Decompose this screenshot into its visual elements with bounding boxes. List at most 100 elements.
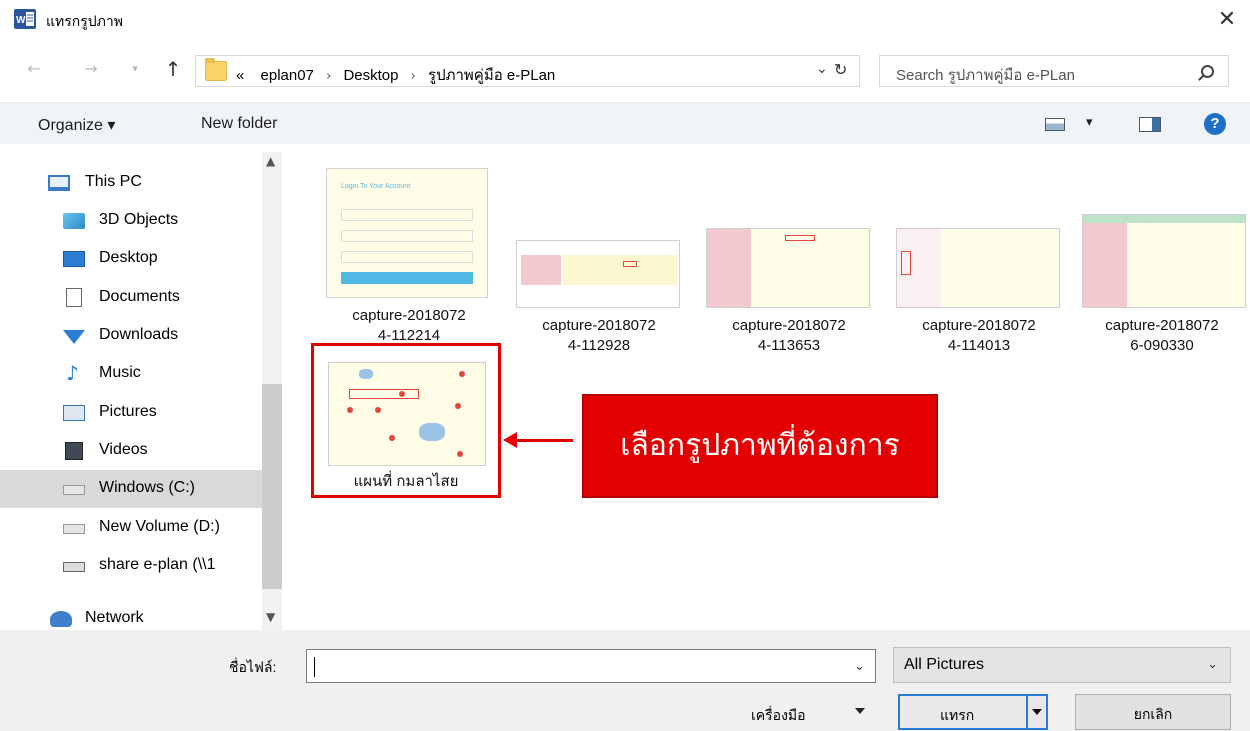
- map-water: [359, 369, 373, 379]
- file-name-line2: 4-114013: [947, 337, 1011, 354]
- file-type-select[interactable]: All Pictures ⌄: [893, 647, 1231, 683]
- file-name-line2: 4-112214: [377, 327, 441, 342]
- cancel-button[interactable]: ยกเลิก: [1075, 694, 1231, 730]
- filename-label: ชื่อไฟล์:: [229, 659, 277, 675]
- file-thumbnail: [706, 228, 870, 308]
- thumbnail-highlight: [785, 235, 815, 241]
- close-button[interactable]: ✕: [1204, 0, 1250, 40]
- change-view-icon[interactable]: [1045, 118, 1065, 131]
- tools-dropdown-icon[interactable]: [855, 708, 865, 714]
- insert-button[interactable]: แทรก: [898, 694, 1048, 730]
- file-name-line2: 6-090330: [1130, 337, 1194, 354]
- sidebar-item-downloads[interactable]: Downloads: [0, 317, 262, 355]
- sidebar-item-network[interactable]: Network: [0, 600, 262, 630]
- file-name: แผนที่ กมลาไสย: [353, 473, 459, 490]
- thumbnail-login-title: Login To Your Account: [341, 183, 411, 190]
- breadcrumb-eplan07[interactable]: eplan07: [261, 67, 314, 84]
- pictures-icon: [63, 405, 85, 421]
- forward-button[interactable]: →: [79, 56, 103, 82]
- sidebar-item-videos[interactable]: Videos: [0, 432, 262, 470]
- sidebar-item-share-e-plan[interactable]: share e-plan (\\1: [0, 547, 262, 585]
- sidebar-item-documents[interactable]: Documents: [0, 279, 262, 317]
- scroll-up-icon[interactable]: ▲: [266, 154, 275, 168]
- search-box[interactable]: Search รูปภาพคู่มือ e-PLan: [879, 55, 1229, 87]
- breadcrumb: « eplan07 › Desktop › รูปภาพคู่มือ e-PLa…: [236, 63, 555, 87]
- sidebar-item-3d-objects[interactable]: 3D Objects: [0, 202, 262, 240]
- sidebar-item-label: Windows (C:): [99, 479, 196, 496]
- up-button[interactable]: ↑: [161, 56, 185, 82]
- title-bar: W แทรกรูปภาพ ✕: [0, 0, 1250, 40]
- folder-icon: [205, 58, 227, 81]
- tools-menu[interactable]: เครื่องมือ: [751, 705, 806, 727]
- sidebar-item-desktop[interactable]: Desktop: [0, 240, 262, 278]
- sidebar-item-label: Music: [99, 364, 141, 381]
- breadcrumb-desktop[interactable]: Desktop: [343, 67, 398, 84]
- sidebar-item-label: This PC: [85, 173, 142, 190]
- file-item[interactable]: capture-2018072 4-114013: [884, 164, 1074, 354]
- file-name: capture-2018072 4-112928: [504, 316, 694, 356]
- back-button[interactable]: ←: [22, 56, 46, 82]
- breadcrumb-current-folder[interactable]: รูปภาพคู่มือ e-PLan: [428, 67, 555, 84]
- file-name-line1: capture-2018072: [1105, 317, 1219, 334]
- search-icon[interactable]: [1201, 65, 1214, 78]
- sidebar-item-new-volume-d[interactable]: New Volume (D:): [0, 509, 262, 547]
- file-name: capture-2018072 4-112214: [314, 306, 504, 342]
- scroll-down-icon[interactable]: ▼: [266, 610, 275, 624]
- thumbnail-highlight: [901, 251, 911, 275]
- sidebar-item-this-pc[interactable]: This PC: [0, 164, 262, 202]
- sidebar-item-pictures[interactable]: Pictures: [0, 394, 262, 432]
- file-thumbnail: [516, 240, 680, 308]
- breadcrumb-overflow[interactable]: «: [236, 67, 244, 84]
- address-bar[interactable]: « eplan07 › Desktop › รูปภาพคู่มือ e-PLa…: [195, 55, 860, 87]
- map-pin-icon: [457, 451, 463, 457]
- sidebar-item-music[interactable]: ♪ Music: [0, 355, 262, 393]
- recent-locations-button[interactable]: ▾: [123, 56, 147, 82]
- breadcrumb-separator-icon: ›: [410, 69, 416, 84]
- 3d-objects-icon: [63, 213, 85, 229]
- insert-button-label: แทรก: [940, 707, 975, 723]
- sidebar-item-label: Desktop: [99, 249, 158, 266]
- navigation-pane: This PC 3D Objects Desktop Documents Dow…: [0, 152, 282, 630]
- desktop-icon: [63, 251, 85, 267]
- sidebar-item-label: Downloads: [99, 326, 179, 343]
- scrollbar-thumb[interactable]: [262, 384, 282, 589]
- insert-options-dropdown-icon[interactable]: [1032, 709, 1042, 715]
- word-icon: W: [14, 9, 36, 29]
- view-options-dropdown-icon[interactable]: ▾: [1086, 115, 1093, 130]
- organize-button[interactable]: Organize ▾: [38, 115, 115, 135]
- map-pin-icon: [459, 371, 465, 377]
- svg-text:W: W: [16, 15, 26, 26]
- sidebar-scrollbar[interactable]: ▲ ▼: [262, 152, 282, 630]
- file-item[interactable]: capture-2018072 6-090330: [1074, 164, 1250, 354]
- sidebar-item-label: Network: [85, 609, 144, 626]
- map-pin-icon: [375, 407, 381, 413]
- help-icon[interactable]: ?: [1204, 113, 1226, 135]
- breadcrumb-separator-icon: ›: [326, 69, 332, 84]
- file-item[interactable]: Login To Your Account capture-2018072 4-…: [314, 164, 504, 342]
- refresh-icon[interactable]: ↻: [834, 60, 847, 79]
- map-highlight: [349, 389, 419, 399]
- map-water: [419, 423, 445, 441]
- file-item-selected[interactable]: แผนที่ กมลาไสย: [311, 343, 501, 498]
- file-item[interactable]: capture-2018072 4-112928: [504, 164, 694, 354]
- address-dropdown-icon[interactable]: ⌄: [816, 61, 828, 77]
- file-type-value: All Pictures: [904, 656, 985, 673]
- new-folder-button[interactable]: New folder: [201, 115, 277, 133]
- map-pin-icon: [389, 435, 395, 441]
- file-list: Login To Your Account capture-2018072 4-…: [300, 152, 1250, 630]
- drive-icon: [63, 485, 85, 495]
- preview-pane-icon[interactable]: [1139, 117, 1161, 132]
- sidebar-item-windows-c[interactable]: Windows (C:): [0, 470, 262, 508]
- filename-input[interactable]: ⌄: [306, 649, 876, 683]
- file-thumbnail: Login To Your Account: [326, 168, 488, 298]
- close-icon: ✕: [1217, 7, 1237, 32]
- map-pin-icon: [455, 403, 461, 409]
- documents-icon: [66, 288, 82, 307]
- file-item[interactable]: capture-2018072 4-113653: [694, 164, 884, 354]
- filename-history-dropdown-icon[interactable]: ⌄: [854, 659, 865, 674]
- dialog-title: แทรกรูปภาพ: [46, 13, 123, 29]
- cancel-button-label: ยกเลิก: [1133, 706, 1173, 722]
- network-drive-icon: [63, 562, 85, 572]
- chevron-down-icon: ▾: [132, 62, 138, 75]
- file-name: capture-2018072 4-113653: [694, 316, 884, 356]
